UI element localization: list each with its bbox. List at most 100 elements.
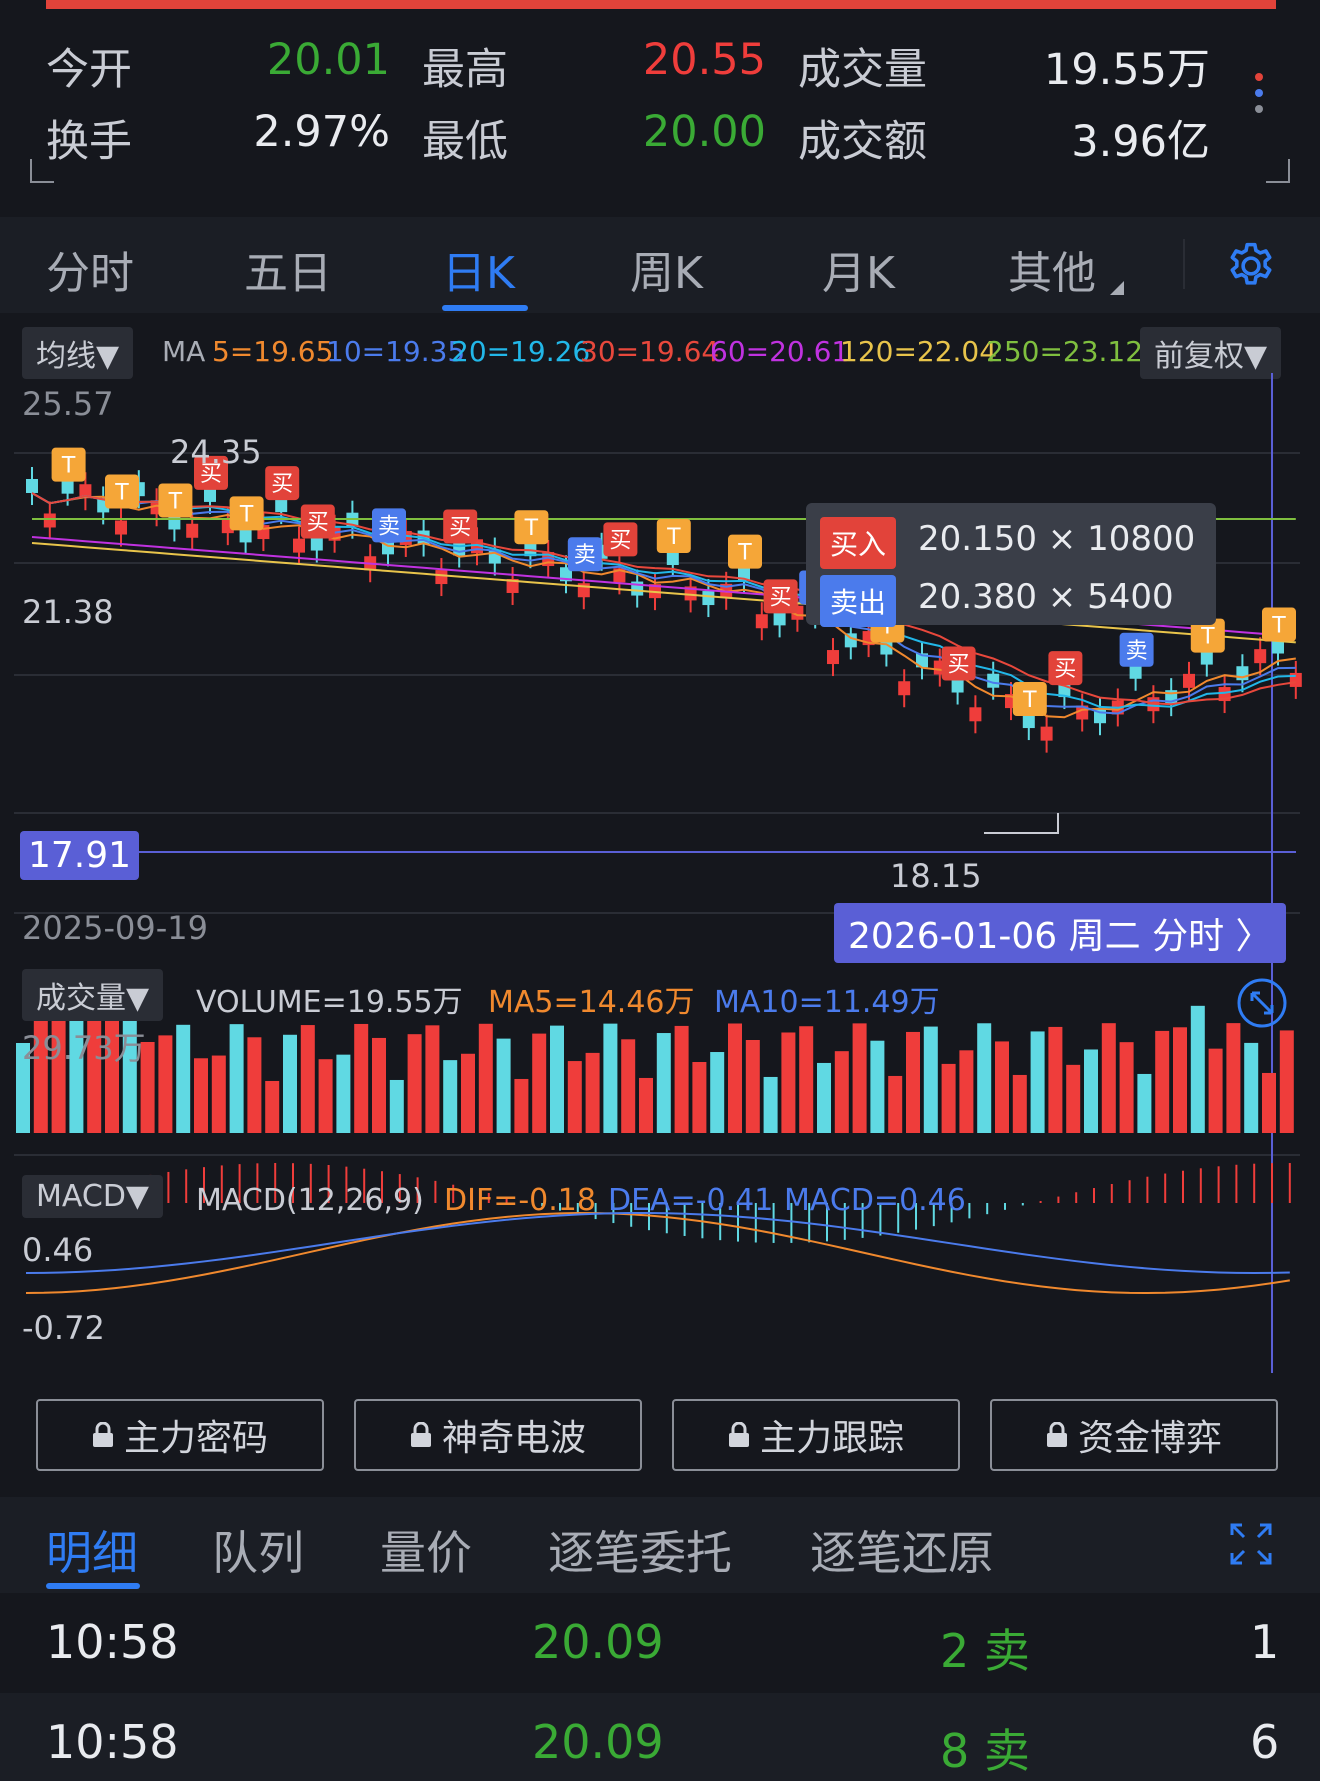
trade-marker-label: T	[737, 541, 752, 566]
gear-icon[interactable]	[1224, 239, 1278, 293]
candle-body	[1040, 726, 1053, 741]
corner-bracket-left	[30, 159, 54, 183]
volume-value: 19.55万	[1043, 45, 1210, 95]
price-change-bar	[46, 0, 1276, 9]
tool-buttons-row: 主力密码 神奇电波 主力跟踪 资金博弈	[0, 1373, 1320, 1489]
volume-bar	[656, 1033, 671, 1133]
trade-tooltip: 买入 20.150 × 10800 卖出 20.380 × 5400	[806, 503, 1216, 627]
more-dots-icon[interactable]	[1250, 73, 1268, 129]
volume-bar	[799, 1026, 814, 1133]
high-label: 最高	[422, 45, 508, 95]
trade-marker-label: 卖	[378, 514, 400, 539]
tooltip-sell-tag: 卖出	[820, 575, 897, 627]
corner-bracket-right	[1266, 159, 1290, 183]
main-force-track-label: 主力跟踪	[759, 1418, 904, 1459]
candle-body	[773, 611, 786, 626]
low-leader-line	[984, 813, 1059, 834]
y-label-mid: 21.38	[22, 593, 114, 631]
candle-body	[275, 498, 288, 513]
crosshair-date-tag[interactable]: 2026-01-06 周二 分时 〉	[834, 903, 1286, 963]
volume-bar	[621, 1039, 636, 1133]
volume-bar	[336, 1054, 351, 1133]
volume-bar	[1279, 1030, 1294, 1133]
ma5-value: 5=19.65	[212, 335, 334, 368]
volume-bar	[728, 1023, 742, 1133]
tab-intraday[interactable]: 分时	[46, 237, 134, 301]
dropdown-corner-icon	[1110, 281, 1124, 295]
candle-body	[453, 541, 466, 556]
volume-bar	[870, 1040, 885, 1133]
volume-bar	[550, 1025, 564, 1133]
macd-histogram-value: MACD=0.46	[784, 1183, 966, 1218]
candle-body	[239, 528, 252, 543]
tab-other[interactable]: 其他	[1008, 237, 1096, 301]
trade-marker-label: T	[524, 516, 539, 541]
volume-bar	[389, 1079, 404, 1133]
tab-daily-k[interactable]: 日K	[442, 237, 515, 301]
volume-bar	[300, 1025, 315, 1133]
open-label: 今开	[46, 45, 132, 95]
candle-body	[61, 479, 74, 494]
volume-bar	[745, 1039, 760, 1133]
tab-weekly-k[interactable]: 周K	[630, 237, 703, 301]
low-label: 最低	[422, 117, 508, 167]
macd-dif: DIF=-0.18	[444, 1183, 596, 1218]
active-detail-underline	[46, 1583, 140, 1589]
trade-marker-label: T	[168, 489, 183, 514]
volume-bar	[158, 1035, 173, 1133]
volume-bar	[247, 1037, 262, 1133]
fullscreen-icon[interactable]	[1228, 1521, 1274, 1567]
volume-bar	[1119, 1042, 1134, 1133]
volume-y-label: 29.73万	[22, 1029, 146, 1067]
period-tabs: 分时 五日 日K 周K 月K 其他	[0, 217, 1320, 313]
magic-wave-button[interactable]: 神奇电波	[354, 1399, 642, 1471]
kline-chart-area[interactable]: 均线▼ MA 5=19.65 10=19.35 20=19.26 30=19.6…	[0, 313, 1320, 1373]
macd-y-bottom: -0.72	[22, 1309, 105, 1347]
macd-selector-chip[interactable]: MACD▼	[22, 1175, 163, 1218]
ma10-value: 10=19.35	[326, 335, 466, 368]
main-force-track-button[interactable]: 主力跟踪	[672, 1399, 960, 1471]
volume-bar	[1084, 1049, 1098, 1133]
ma20-value: 20=19.26	[451, 335, 591, 368]
candle-body	[827, 650, 839, 665]
trade-volume: 8 卖	[940, 1724, 1030, 1778]
volume-bar	[674, 1025, 689, 1133]
candle-body	[1129, 664, 1142, 679]
tab-detail[interactable]: 明细	[46, 1517, 138, 1583]
volume-bar	[354, 1023, 369, 1133]
candle-body	[435, 570, 448, 585]
trade-time: 10:58	[46, 1715, 179, 1769]
tab-volume-price[interactable]: 量价	[380, 1517, 472, 1583]
main-force-code-button[interactable]: 主力密码	[36, 1399, 324, 1471]
tab-monthly-k[interactable]: 月K	[822, 237, 895, 301]
volume-bar	[941, 1063, 956, 1133]
magic-wave-label: 神奇电波	[441, 1418, 586, 1459]
candle-body	[310, 536, 323, 551]
volume-bar	[1208, 1048, 1223, 1133]
tooltip-buy-text: 20.150 × 10800	[918, 519, 1196, 559]
trade-marker-label: 卖	[574, 543, 596, 568]
tab-tick-orders[interactable]: 逐笔委托	[548, 1517, 732, 1583]
candle-body	[702, 591, 715, 606]
tab-tick-restore[interactable]: 逐笔还原	[810, 1517, 994, 1583]
tab-queue[interactable]: 队列	[212, 1517, 304, 1583]
candle-body	[951, 678, 964, 693]
volume-bar	[425, 1025, 440, 1133]
volume-main: VOLUME=19.55万	[196, 985, 463, 1020]
capital-game-button[interactable]: 资金博弈	[990, 1399, 1278, 1471]
volume-selector-chip[interactable]: 成交量▼	[22, 969, 164, 1021]
trade-marker-label: T	[61, 454, 76, 479]
volume-ma10: MA10=11.49万	[714, 985, 940, 1020]
open-value: 20.01	[266, 35, 390, 85]
tab-five-day[interactable]: 五日	[244, 237, 332, 301]
capital-game-label: 资金博弈	[1077, 1418, 1222, 1459]
tooltip-buy-tag: 买入	[820, 517, 897, 569]
low-value: 20.00	[642, 107, 766, 157]
ma-prefix: MA	[162, 335, 206, 368]
candle-body	[1289, 672, 1302, 687]
volume-bar	[977, 1023, 992, 1133]
low-price-marker: 18.15	[890, 857, 982, 895]
expand-chart-icon[interactable]	[1236, 977, 1288, 1029]
ma-selector-chip[interactable]: 均线▼	[22, 327, 134, 379]
adjust-selector-chip[interactable]: 前复权▼	[1140, 327, 1282, 379]
